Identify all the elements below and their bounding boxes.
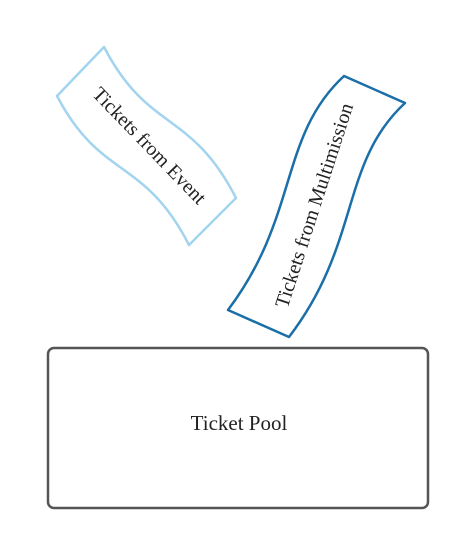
multimission-ticket: Tickets from Multimission [226,74,407,339]
ticket-flow-diagram: Tickets from Event Tickets from Multimis… [46,45,430,510]
ticket-pool-label: Ticket Pool [191,411,288,435]
event-ticket: Tickets from Event [55,45,238,247]
ticket-pool: Ticket Pool [46,346,430,510]
